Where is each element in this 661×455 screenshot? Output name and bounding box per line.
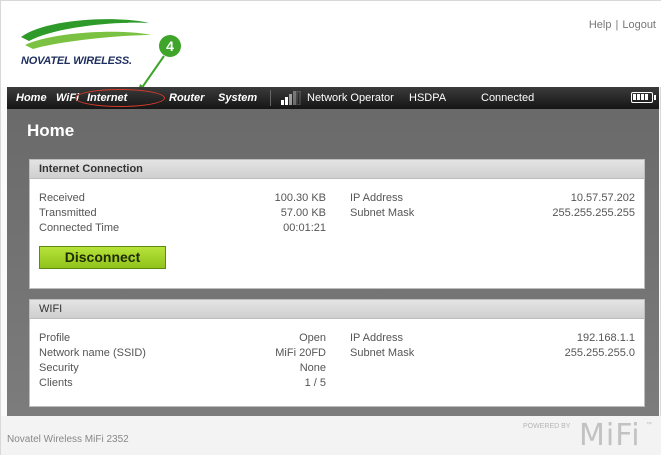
security-value: None [299, 362, 326, 374]
help-link[interactable]: Help [589, 19, 612, 31]
nav-internet[interactable]: Internet [87, 92, 127, 104]
brand-logo-text: NOVATEL WIRELESS. [21, 55, 132, 67]
nav-divider [270, 90, 271, 106]
nav-home[interactable]: Home [16, 92, 47, 104]
step-callout-badge: 4 [159, 35, 181, 57]
subnet-mask-label: Subnet Mask [350, 207, 415, 219]
ip-address-label: IP Address [350, 192, 403, 204]
router-admin-page: NOVATEL WIRELESS. Help | Logout 4 Home WiF… [0, 0, 661, 455]
security-label: Security [39, 362, 79, 374]
connection-status: Connected [481, 92, 535, 104]
top-links: Help | Logout [589, 19, 656, 31]
connected-time-value: 00:01:21 [283, 222, 326, 234]
profile-label: Profile [39, 332, 71, 344]
ssid-label: Network name (SSID) [39, 347, 146, 359]
footer: Novatel Wireless MiFi 2352 POWERED BY Mi… [1, 416, 661, 455]
link-separator: | [615, 19, 619, 31]
wifi-panel: WIFI Profile Open Network name (SSID) Mi… [29, 299, 645, 407]
disconnect-button[interactable]: Disconnect [39, 246, 166, 269]
received-value: 100.30 KB [274, 192, 326, 204]
clients-label: Clients [39, 377, 73, 389]
main-content: Home Internet Connection Received 100.30… [7, 109, 659, 416]
received-label: Received [39, 192, 85, 204]
clients-value: 1 / 5 [304, 377, 326, 389]
network-operator-label: Network Operator [307, 92, 394, 104]
page-title: Home [27, 121, 75, 140]
header: NOVATEL WIRELESS. Help | Logout 4 [1, 1, 661, 94]
wifi-ip-address-value: 192.168.1.1 [576, 332, 635, 344]
wifi-subnet-mask-label: Subnet Mask [350, 347, 415, 359]
internet-connection-panel: Internet Connection Received 100.30 KB T… [29, 159, 645, 289]
subnet-mask-value: 255.255.255.255 [552, 207, 635, 219]
device-model-text: Novatel Wireless MiFi 2352 [7, 434, 129, 445]
connected-time-label: Connected Time [39, 222, 120, 234]
transmitted-value: 57.00 KB [280, 207, 326, 219]
wifi-subnet-mask-value: 255.255.255.0 [564, 347, 635, 359]
main-nav-bar: Home WiFi Internet Router System Network… [7, 87, 659, 109]
panel-title: Internet Connection [30, 160, 644, 179]
mifi-brand-logo: MiFi [579, 418, 641, 453]
trademark-symbol: ™ [646, 422, 652, 428]
battery-icon [631, 92, 656, 103]
profile-value: Open [299, 332, 326, 344]
panel-title: WIFI [30, 300, 644, 319]
powered-by-text: POWERED BY [523, 423, 571, 430]
wifi-ip-address-label: IP Address [350, 332, 403, 344]
nav-router[interactable]: Router [169, 92, 204, 104]
nav-system[interactable]: System [218, 92, 257, 104]
signal-bars-icon [281, 91, 301, 105]
logout-link[interactable]: Logout [622, 19, 656, 31]
transmitted-label: Transmitted [39, 207, 97, 219]
network-type: HSDPA [409, 92, 447, 104]
ip-address-value: 10.57.57.202 [570, 192, 635, 204]
novatel-swoosh-logo-icon [21, 19, 151, 49]
ssid-value: MiFi 20FD [275, 347, 326, 359]
